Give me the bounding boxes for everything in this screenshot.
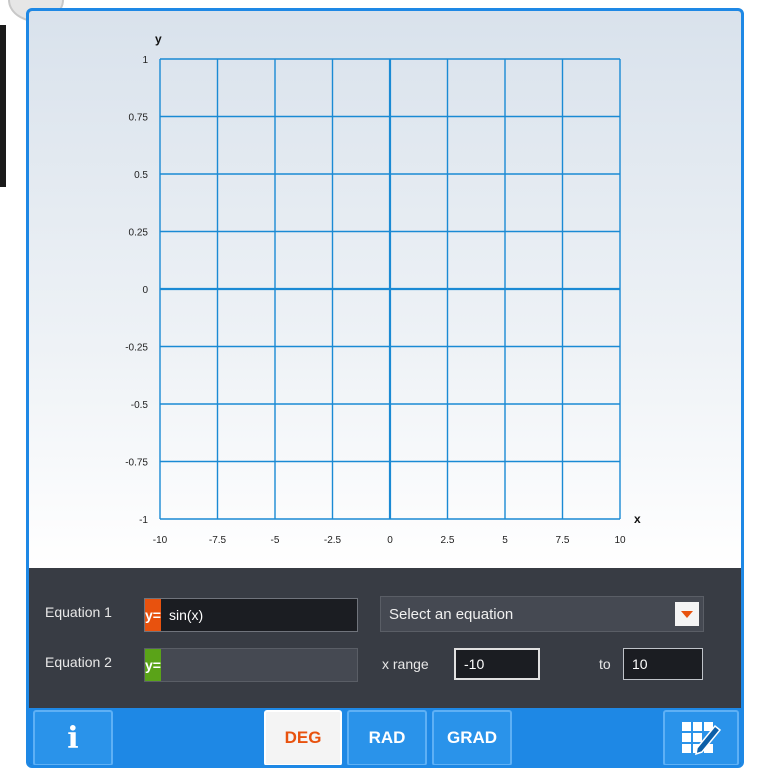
- y-tick-label: -0.5: [131, 400, 149, 411]
- y-tick-label: 0.25: [129, 228, 149, 239]
- equation-1-y-tag: y=: [145, 599, 161, 631]
- y-tick-label: -0.75: [125, 458, 148, 469]
- y-tick-label: -0.25: [125, 343, 148, 354]
- equation-2-input[interactable]: [160, 649, 358, 681]
- y-tick-label: 1: [142, 55, 148, 66]
- y-axis-name: y: [155, 32, 162, 46]
- x-tick-label: -7.5: [209, 535, 227, 546]
- graph-calculator-widget: -10 -7.5 -5 -2.5 0 2.5 5 7.5 10 1 0.75 0.5 0.25 0 -0.2…: [26, 8, 744, 768]
- equation-2-field[interactable]: y=: [144, 648, 358, 682]
- graph-svg: -10 -7.5 -5 -2.5 0 2.5 5 7.5 10 1 0.75 0.5 0.25 0 -0.2…: [125, 32, 641, 546]
- x-tick-label: 5: [502, 535, 508, 546]
- x-tick-label: -2.5: [324, 535, 342, 546]
- info-icon: i: [67, 720, 79, 756]
- y-tick-label: 0: [142, 285, 148, 296]
- equation-1-field[interactable]: y=: [144, 598, 358, 632]
- grad-mode-label: GRAD: [446, 728, 498, 747]
- x-tick-label: -10: [153, 535, 168, 546]
- edit-graph-button[interactable]: [663, 710, 739, 765]
- x-tick-label: 10: [614, 535, 626, 546]
- equation-controls-panel: Equation 1 y= Equation 2 y= Select an eq…: [29, 568, 741, 708]
- y-tick-label: -1: [139, 515, 148, 526]
- grad-mode-button[interactable]: GRAD: [432, 710, 512, 765]
- x-range-label: x range: [382, 656, 429, 672]
- deg-mode-button[interactable]: DEG: [264, 710, 342, 765]
- preset-equation-select[interactable]: Select an equation: [380, 596, 704, 632]
- x-tick-label: 7.5: [556, 535, 570, 546]
- bottom-toolbar: i DEG RAD GRAD: [29, 708, 741, 765]
- equation-1-label: Equation 1: [45, 604, 112, 620]
- equation-2-y-tag: y=: [145, 649, 161, 681]
- x-tick-label: -5: [271, 535, 280, 546]
- y-tick-label: 0.75: [129, 113, 149, 124]
- x-axis-name: x: [634, 512, 641, 526]
- x-tick-label: 0: [387, 535, 393, 546]
- info-button[interactable]: i: [33, 710, 113, 765]
- deg-mode-label: DEG: [284, 728, 322, 747]
- rad-mode-button[interactable]: RAD: [347, 710, 427, 765]
- rad-mode-label: RAD: [368, 728, 406, 747]
- equation-2-label: Equation 2: [45, 654, 112, 670]
- x-range-to-label: to: [599, 656, 611, 672]
- dropdown-arrow-icon[interactable]: [675, 602, 699, 626]
- equation-1-input[interactable]: [160, 599, 358, 631]
- y-tick-label: 0.5: [134, 170, 148, 181]
- grid-pencil-icon: [682, 722, 722, 756]
- x-range-from-input[interactable]: [454, 648, 540, 680]
- background-window-edge: [0, 25, 6, 187]
- x-tick-label: 2.5: [441, 535, 455, 546]
- x-range-to-input[interactable]: [623, 648, 703, 680]
- preset-equation-select-value: Select an equation: [389, 605, 514, 623]
- graph-plot-area: -10 -7.5 -5 -2.5 0 2.5 5 7.5 10 1 0.75 0.5 0.25 0 -0.2…: [29, 11, 741, 568]
